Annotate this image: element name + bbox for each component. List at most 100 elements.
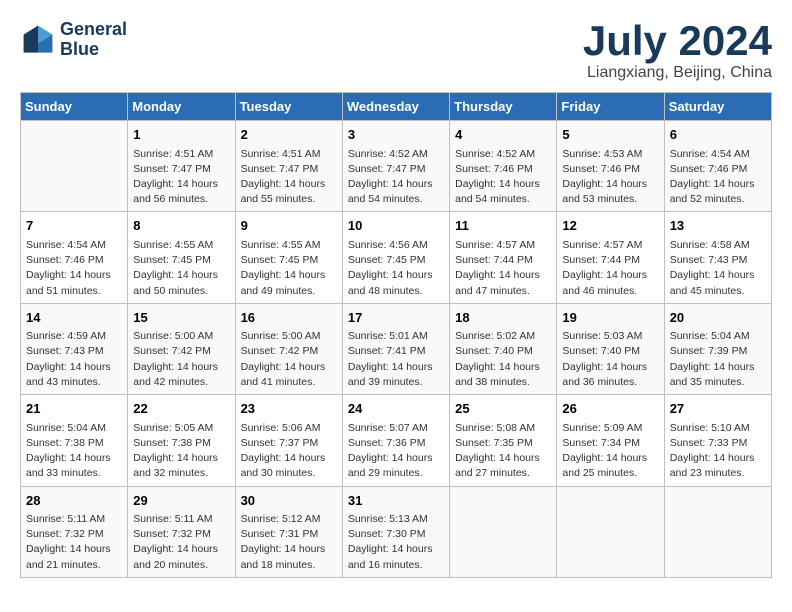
day-info: Sunrise: 5:07 AMSunset: 7:36 PMDaylight:… xyxy=(348,421,444,482)
day-info: Sunrise: 4:51 AMSunset: 7:47 PMDaylight:… xyxy=(241,147,337,208)
day-info: Sunrise: 4:59 AMSunset: 7:43 PMDaylight:… xyxy=(26,329,122,390)
calendar-cell: 3Sunrise: 4:52 AMSunset: 7:47 PMDaylight… xyxy=(342,121,449,212)
day-number: 17 xyxy=(348,308,444,328)
day-info: Sunrise: 5:05 AMSunset: 7:38 PMDaylight:… xyxy=(133,421,229,482)
day-info: Sunrise: 5:02 AMSunset: 7:40 PMDaylight:… xyxy=(455,329,551,390)
calendar-cell: 28Sunrise: 5:11 AMSunset: 7:32 PMDayligh… xyxy=(21,486,128,577)
day-info: Sunrise: 4:57 AMSunset: 7:44 PMDaylight:… xyxy=(455,238,551,299)
weekday-header-tuesday: Tuesday xyxy=(235,93,342,121)
day-info: Sunrise: 5:06 AMSunset: 7:37 PMDaylight:… xyxy=(241,421,337,482)
day-info: Sunrise: 4:54 AMSunset: 7:46 PMDaylight:… xyxy=(26,238,122,299)
title-block: July 2024 Liangxiang, Beijing, China xyxy=(583,20,772,82)
day-number: 27 xyxy=(670,399,766,419)
calendar-cell xyxy=(557,486,664,577)
calendar-cell: 16Sunrise: 5:00 AMSunset: 7:42 PMDayligh… xyxy=(235,303,342,394)
day-number: 31 xyxy=(348,491,444,511)
day-info: Sunrise: 5:00 AMSunset: 7:42 PMDaylight:… xyxy=(241,329,337,390)
calendar-cell xyxy=(450,486,557,577)
day-info: Sunrise: 5:12 AMSunset: 7:31 PMDaylight:… xyxy=(241,512,337,573)
location-subtitle: Liangxiang, Beijing, China xyxy=(583,64,772,82)
day-number: 25 xyxy=(455,399,551,419)
calendar-cell: 22Sunrise: 5:05 AMSunset: 7:38 PMDayligh… xyxy=(128,395,235,486)
day-number: 22 xyxy=(133,399,229,419)
day-info: Sunrise: 5:09 AMSunset: 7:34 PMDaylight:… xyxy=(562,421,658,482)
day-info: Sunrise: 4:55 AMSunset: 7:45 PMDaylight:… xyxy=(241,238,337,299)
calendar-cell: 4Sunrise: 4:52 AMSunset: 7:46 PMDaylight… xyxy=(450,121,557,212)
week-row-3: 14Sunrise: 4:59 AMSunset: 7:43 PMDayligh… xyxy=(21,303,772,394)
calendar-cell: 6Sunrise: 4:54 AMSunset: 7:46 PMDaylight… xyxy=(664,121,771,212)
calendar-cell: 12Sunrise: 4:57 AMSunset: 7:44 PMDayligh… xyxy=(557,212,664,303)
logo-text: General Blue xyxy=(60,20,127,60)
calendar-cell: 5Sunrise: 4:53 AMSunset: 7:46 PMDaylight… xyxy=(557,121,664,212)
day-number: 6 xyxy=(670,125,766,145)
day-number: 3 xyxy=(348,125,444,145)
day-info: Sunrise: 4:58 AMSunset: 7:43 PMDaylight:… xyxy=(670,238,766,299)
day-number: 14 xyxy=(26,308,122,328)
calendar-cell: 19Sunrise: 5:03 AMSunset: 7:40 PMDayligh… xyxy=(557,303,664,394)
day-info: Sunrise: 4:56 AMSunset: 7:45 PMDaylight:… xyxy=(348,238,444,299)
month-title: July 2024 xyxy=(583,20,772,62)
day-number: 16 xyxy=(241,308,337,328)
calendar-cell: 24Sunrise: 5:07 AMSunset: 7:36 PMDayligh… xyxy=(342,395,449,486)
calendar-cell: 25Sunrise: 5:08 AMSunset: 7:35 PMDayligh… xyxy=(450,395,557,486)
weekday-header-row: SundayMondayTuesdayWednesdayThursdayFrid… xyxy=(21,93,772,121)
calendar-cell: 9Sunrise: 4:55 AMSunset: 7:45 PMDaylight… xyxy=(235,212,342,303)
calendar-cell: 1Sunrise: 4:51 AMSunset: 7:47 PMDaylight… xyxy=(128,121,235,212)
day-number: 4 xyxy=(455,125,551,145)
day-info: Sunrise: 5:11 AMSunset: 7:32 PMDaylight:… xyxy=(133,512,229,573)
calendar-cell xyxy=(664,486,771,577)
calendar-cell: 15Sunrise: 5:00 AMSunset: 7:42 PMDayligh… xyxy=(128,303,235,394)
calendar-cell: 27Sunrise: 5:10 AMSunset: 7:33 PMDayligh… xyxy=(664,395,771,486)
calendar-cell: 26Sunrise: 5:09 AMSunset: 7:34 PMDayligh… xyxy=(557,395,664,486)
day-number: 28 xyxy=(26,491,122,511)
calendar-cell: 11Sunrise: 4:57 AMSunset: 7:44 PMDayligh… xyxy=(450,212,557,303)
day-number: 30 xyxy=(241,491,337,511)
calendar-cell: 17Sunrise: 5:01 AMSunset: 7:41 PMDayligh… xyxy=(342,303,449,394)
day-info: Sunrise: 5:04 AMSunset: 7:39 PMDaylight:… xyxy=(670,329,766,390)
weekday-header-sunday: Sunday xyxy=(21,93,128,121)
day-number: 9 xyxy=(241,216,337,236)
logo: General Blue xyxy=(20,20,127,60)
calendar-cell: 10Sunrise: 4:56 AMSunset: 7:45 PMDayligh… xyxy=(342,212,449,303)
calendar-cell: 13Sunrise: 4:58 AMSunset: 7:43 PMDayligh… xyxy=(664,212,771,303)
day-number: 2 xyxy=(241,125,337,145)
day-number: 15 xyxy=(133,308,229,328)
day-number: 26 xyxy=(562,399,658,419)
day-number: 29 xyxy=(133,491,229,511)
day-number: 8 xyxy=(133,216,229,236)
day-number: 19 xyxy=(562,308,658,328)
weekday-header-friday: Friday xyxy=(557,93,664,121)
day-info: Sunrise: 4:54 AMSunset: 7:46 PMDaylight:… xyxy=(670,147,766,208)
week-row-2: 7Sunrise: 4:54 AMSunset: 7:46 PMDaylight… xyxy=(21,212,772,303)
day-number: 23 xyxy=(241,399,337,419)
calendar-cell: 14Sunrise: 4:59 AMSunset: 7:43 PMDayligh… xyxy=(21,303,128,394)
weekday-header-monday: Monday xyxy=(128,93,235,121)
calendar-cell: 20Sunrise: 5:04 AMSunset: 7:39 PMDayligh… xyxy=(664,303,771,394)
day-number: 20 xyxy=(670,308,766,328)
day-number: 24 xyxy=(348,399,444,419)
day-info: Sunrise: 4:57 AMSunset: 7:44 PMDaylight:… xyxy=(562,238,658,299)
calendar-table: SundayMondayTuesdayWednesdayThursdayFrid… xyxy=(20,92,772,578)
calendar-cell xyxy=(21,121,128,212)
day-info: Sunrise: 5:03 AMSunset: 7:40 PMDaylight:… xyxy=(562,329,658,390)
day-info: Sunrise: 5:10 AMSunset: 7:33 PMDaylight:… xyxy=(670,421,766,482)
day-number: 10 xyxy=(348,216,444,236)
weekday-header-thursday: Thursday xyxy=(450,93,557,121)
day-info: Sunrise: 5:00 AMSunset: 7:42 PMDaylight:… xyxy=(133,329,229,390)
weekday-header-wednesday: Wednesday xyxy=(342,93,449,121)
weekday-header-saturday: Saturday xyxy=(664,93,771,121)
day-number: 18 xyxy=(455,308,551,328)
day-info: Sunrise: 4:52 AMSunset: 7:47 PMDaylight:… xyxy=(348,147,444,208)
calendar-cell: 7Sunrise: 4:54 AMSunset: 7:46 PMDaylight… xyxy=(21,212,128,303)
day-info: Sunrise: 5:04 AMSunset: 7:38 PMDaylight:… xyxy=(26,421,122,482)
calendar-cell: 2Sunrise: 4:51 AMSunset: 7:47 PMDaylight… xyxy=(235,121,342,212)
day-info: Sunrise: 4:55 AMSunset: 7:45 PMDaylight:… xyxy=(133,238,229,299)
calendar-cell: 30Sunrise: 5:12 AMSunset: 7:31 PMDayligh… xyxy=(235,486,342,577)
week-row-5: 28 Sunrise: 5:11 AMSunset: 7:32 PMDayligh… xyxy=(21,486,772,577)
calendar-cell: 31Sunrise: 5:13 AMSunset: 7:30 PMDayligh… xyxy=(342,486,449,577)
day-info: Sunrise: 4:53 AMSunset: 7:46 PMDaylight:… xyxy=(562,147,658,208)
day-number: 21 xyxy=(26,399,122,419)
calendar-cell: 23Sunrise: 5:06 AMSunset: 7:37 PMDayligh… xyxy=(235,395,342,486)
day-info: Sunrise: 5:01 AMSunset: 7:41 PMDaylight:… xyxy=(348,329,444,390)
logo-icon xyxy=(20,22,56,58)
